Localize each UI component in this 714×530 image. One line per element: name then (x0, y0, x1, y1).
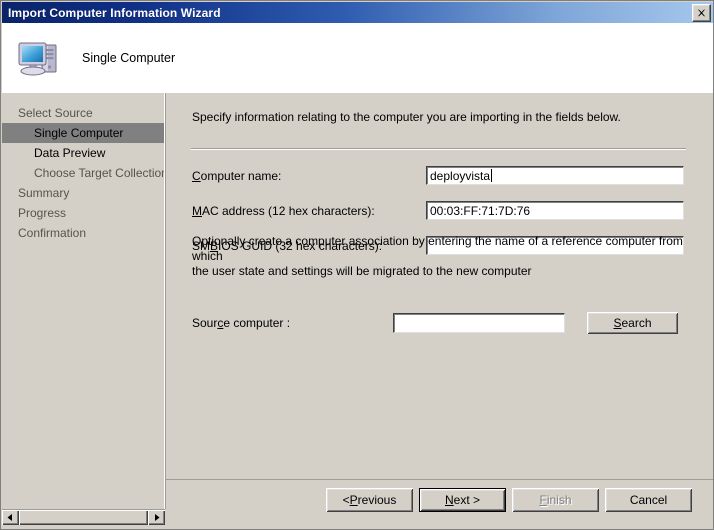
association-note-line2: the user state and settings will be migr… (192, 264, 532, 278)
association-note: Optionally create a computer association… (192, 234, 692, 279)
mac-address-input[interactable]: 00:03:FF:71:7D:76 (426, 201, 684, 220)
sidebar-horizontal-scrollbar[interactable] (2, 509, 165, 526)
wizard-footer: < Previous Next > Finish Cancel (166, 479, 713, 529)
instruction-text: Specify information relating to the comp… (192, 110, 621, 124)
computer-name-row: Computer name: deployvista (192, 165, 687, 186)
mac-address-label: MAC address (12 hex characters): (192, 203, 375, 218)
page-title: Single Computer (82, 51, 176, 65)
text-caret (491, 169, 493, 182)
sidebar-item-single-computer[interactable]: Single Computer (2, 123, 164, 143)
window-title: Import Computer Information Wizard (8, 5, 221, 20)
association-note-line1: Optionally create a computer association… (192, 234, 683, 263)
source-computer-label: Source computer : (192, 316, 291, 330)
wizard-header: Single Computer (2, 23, 713, 94)
sidebar-item-confirmation[interactable]: Confirmation (2, 223, 164, 243)
scrollbar-thumb[interactable] (19, 510, 148, 525)
scrollbar-track[interactable] (19, 510, 148, 525)
scroll-left-arrow-icon[interactable] (2, 510, 19, 525)
next-button[interactable]: Next > (419, 488, 506, 512)
sidebar-item-summary[interactable]: Summary (2, 183, 164, 203)
close-icon[interactable] (692, 4, 711, 22)
sidebar-item-select-source[interactable]: Select Source (2, 103, 164, 123)
scroll-right-arrow-icon[interactable] (148, 510, 165, 525)
wizard-window: Import Computer Information Wizard Singl… (0, 0, 714, 530)
sidebar-item-data-preview[interactable]: Data Preview (2, 143, 164, 163)
source-computer-input[interactable] (393, 313, 565, 333)
computer-name-input[interactable]: deployvista (426, 166, 684, 185)
main-content-pane: Specify information relating to the comp… (166, 93, 713, 479)
source-computer-row: Source computer : Search (192, 312, 692, 334)
horizontal-separator (191, 148, 686, 150)
mac-address-row: MAC address (12 hex characters): 00:03:F… (192, 200, 687, 221)
computer-name-label: Computer name: (192, 168, 282, 183)
sidebar-item-choose-target-collection[interactable]: Choose Target Collection (2, 163, 164, 183)
computer-icon (15, 36, 63, 80)
sidebar-item-progress[interactable]: Progress (2, 203, 164, 223)
title-bar[interactable]: Import Computer Information Wizard (2, 2, 713, 23)
close-glyph (698, 9, 705, 17)
wizard-steps-sidebar: Select Source Single Computer Data Previ… (2, 93, 165, 509)
finish-button: Finish (512, 488, 599, 512)
previous-button[interactable]: < Previous (326, 488, 413, 512)
cancel-button[interactable]: Cancel (605, 488, 692, 512)
search-button[interactable]: Search (587, 312, 678, 334)
